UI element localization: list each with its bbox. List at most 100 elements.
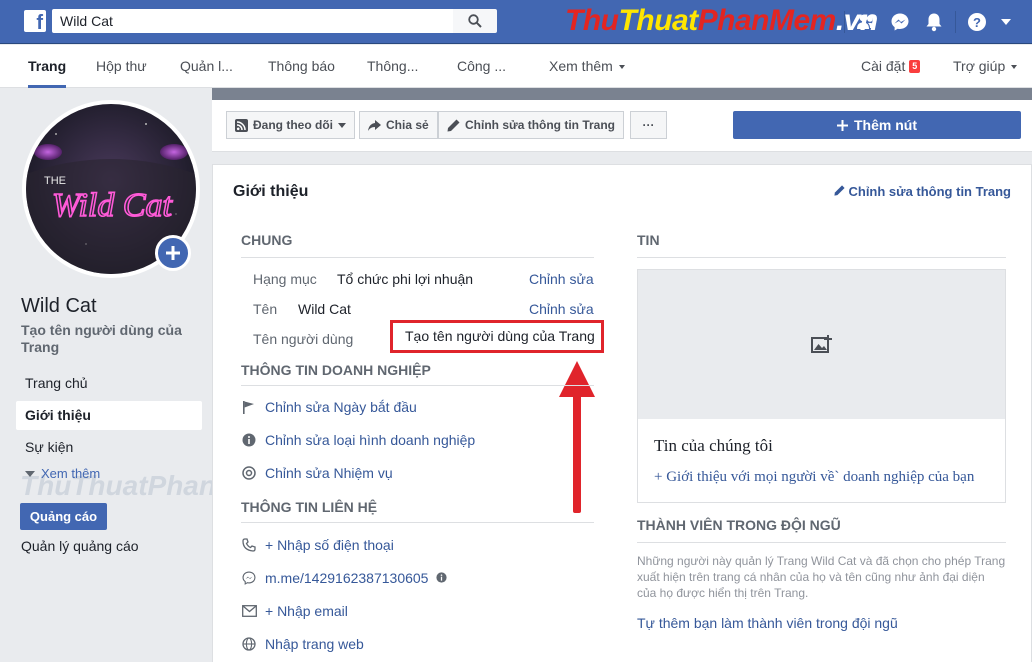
add-website-link[interactable]: Nhập trang web	[241, 636, 364, 652]
share-icon	[368, 119, 381, 131]
plus-icon	[166, 246, 180, 260]
top-bar: f Wild Cat ThuThuatPhanMem.vn ?	[0, 0, 1032, 44]
contact-header: THÔNG TIN LIÊN HỆ	[241, 499, 378, 515]
share-button[interactable]: Chia sẻ	[359, 111, 438, 139]
create-username-highlight[interactable]: Tạo tên người dùng của Trang	[390, 320, 604, 353]
manage-ads-link[interactable]: Quản lý quảng cáo	[21, 538, 139, 554]
following-button[interactable]: Đang theo dõi	[226, 111, 355, 139]
globe-icon	[241, 636, 257, 652]
pencil-icon	[834, 185, 846, 196]
story-photo-upload[interactable]	[637, 269, 1006, 419]
add-website-label: Nhập trang web	[265, 636, 364, 652]
story-title: Tin của chúng tôi	[654, 436, 773, 455]
username-label: Tên người dùng	[253, 331, 354, 347]
messenger-url: m.me/1429162387130605	[265, 570, 429, 586]
top-icons: ?	[840, 0, 1018, 44]
avatar-small-text: THE	[44, 175, 66, 187]
settings-link[interactable]: Cài đặt 5	[861, 45, 921, 88]
target-icon	[241, 465, 257, 481]
following-label: Đang theo dõi	[253, 118, 333, 132]
arrow-annotation-icon	[559, 361, 595, 513]
add-phone-link[interactable]: + Nhập số điện thoại	[241, 537, 394, 553]
category-edit-link[interactable]: Chỉnh sửa	[529, 271, 594, 287]
general-header: CHUNG	[241, 232, 293, 248]
add-photo-button[interactable]	[155, 235, 191, 271]
name-edit-link[interactable]: Chỉnh sửa	[529, 301, 594, 317]
sidebar-item-about[interactable]: Giới thiệu	[16, 401, 202, 430]
about-card: Giới thiệu Chỉnh sửa thông tin Trang CHU…	[212, 164, 1032, 662]
phone-icon	[241, 537, 257, 553]
story-box: Tin của chúng tôi + Giới thiệu với mọi n…	[637, 419, 1006, 503]
category-value: Tổ chức phi lợi nhuận	[337, 271, 474, 287]
avatar-text: Wild Cat	[52, 187, 174, 224]
tab-manage[interactable]: Quản l...	[180, 45, 233, 88]
page-name: Wild Cat	[21, 295, 97, 317]
edit-business-type-label: Chỉnh sửa loại hình doanh nghiệp	[265, 432, 476, 448]
add-email-label: + Nhập email	[265, 603, 348, 619]
chevron-down-icon	[618, 65, 625, 69]
search-icon	[468, 14, 482, 28]
edit-start-date-label: Chỉnh sửa Ngày bắt đầu	[265, 399, 417, 415]
add-email-link[interactable]: + Nhập email	[241, 603, 348, 619]
settings-label: Cài đặt	[861, 58, 906, 74]
share-label: Chia sẻ	[386, 118, 429, 132]
email-icon	[241, 603, 257, 619]
info-icon[interactable]	[436, 570, 448, 586]
friends-icon[interactable]	[849, 0, 883, 44]
add-button[interactable]: Thêm nút	[733, 111, 1021, 139]
about-title: Giới thiệu	[233, 183, 309, 200]
tab-inbox[interactable]: Hộp thư	[96, 45, 147, 88]
account-menu-icon[interactable]	[994, 0, 1018, 44]
edit-start-date-link[interactable]: Chỉnh sửa Ngày bắt đầu	[241, 399, 417, 415]
add-button-label: Thêm nút	[854, 117, 917, 133]
add-phone-label: + Nhập số điện thoại	[265, 537, 394, 553]
ads-button[interactable]: Quảng cáo	[20, 503, 107, 530]
messenger-icon[interactable]	[883, 0, 917, 44]
see-more-label: Xem thêm	[41, 466, 101, 481]
help-link[interactable]: Trợ giúp	[953, 45, 1018, 88]
search-input[interactable]: Wild Cat	[52, 9, 453, 33]
action-bar: Đang theo dõi Chia sẻ Chỉnh sửa thông ti…	[212, 100, 1032, 152]
more-options-button[interactable]: ···	[630, 111, 667, 139]
help-icon[interactable]: ?	[960, 0, 994, 44]
pencil-icon	[447, 119, 460, 131]
team-description: Những người này quản lý Trang Wild Cat v…	[637, 554, 1006, 600]
chevron-down-icon	[1011, 65, 1018, 69]
edit-mission-link[interactable]: Chỉnh sửa Nhiệm vụ	[241, 465, 393, 481]
tab-tools[interactable]: Công ...	[457, 45, 506, 88]
edit-page-info-button[interactable]: Chỉnh sửa thông tin Trang	[438, 111, 625, 139]
settings-badge: 5	[909, 60, 921, 73]
edit-page-info-link-label: Chỉnh sửa thông tin Trang	[848, 184, 1011, 199]
caret-down-icon	[25, 471, 35, 477]
story-add-link[interactable]: + Giới thiệu với mọi người về` doanh ngh…	[654, 469, 974, 486]
search-button[interactable]	[453, 9, 497, 33]
tab-notifications[interactable]: Thông báo	[268, 45, 335, 88]
help-label: Trợ giúp	[953, 58, 1006, 74]
notifications-icon[interactable]	[917, 0, 951, 44]
sidebar-item-events[interactable]: Sự kiện	[16, 433, 202, 462]
sidebar-see-more[interactable]: Xem thêm	[25, 466, 100, 481]
edit-page-info-link[interactable]: Chỉnh sửa thông tin Trang	[834, 184, 1011, 199]
name-value: Wild Cat	[298, 301, 351, 317]
page-nav-bar: Trang Hộp thư Quản l... Thông báo Thông.…	[0, 45, 1032, 88]
tab-page[interactable]: Trang	[28, 45, 67, 88]
team-header: THÀNH VIÊN TRONG ĐỘI NGŨ	[637, 517, 841, 533]
tab-more[interactable]: Xem thêm	[549, 45, 625, 88]
create-username-link[interactable]: Tạo tên người dùng của Trang	[21, 322, 196, 356]
messenger-icon	[241, 570, 257, 586]
edit-business-type-link[interactable]: Chỉnh sửa loại hình doanh nghiệp	[241, 432, 475, 448]
cover-photo[interactable]	[212, 88, 1032, 100]
chevron-down-icon	[338, 122, 346, 128]
messenger-link[interactable]: m.me/1429162387130605	[241, 570, 448, 586]
edit-mission-label: Chỉnh sửa Nhiệm vụ	[265, 465, 393, 481]
flag-icon	[241, 399, 257, 415]
category-label: Hạng mục	[253, 271, 317, 287]
sidebar-item-home[interactable]: Trang chủ	[16, 369, 202, 398]
name-label: Tên	[253, 301, 278, 317]
facebook-logo[interactable]: f	[24, 10, 46, 32]
tab-insights[interactable]: Thông...	[367, 45, 418, 88]
info-icon	[241, 432, 257, 448]
rss-icon	[235, 118, 248, 132]
edit-page-info-label: Chỉnh sửa thông tin Trang	[465, 118, 616, 132]
add-self-to-team-link[interactable]: Tự thêm bạn làm thành viên trong đội ngũ	[637, 615, 898, 631]
